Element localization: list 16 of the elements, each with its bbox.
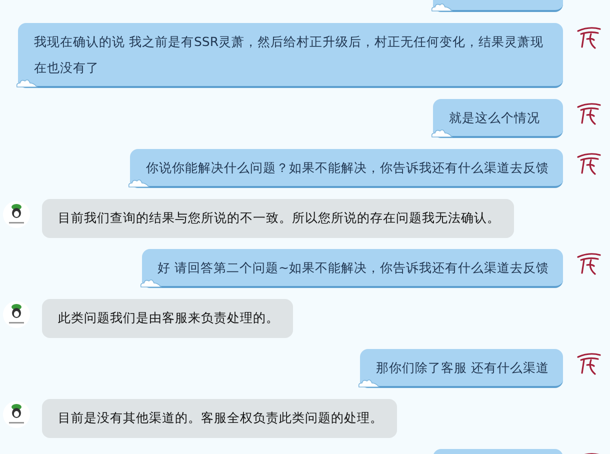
message-text: 目前是没有其他渠道的。客服全权负责此类问题的处理。 [58,409,383,427]
brush-stroke-avatar-icon [575,101,602,128]
message-text: 目前我们查询的结果与您所说的不一致。所以您所说的存在问题我无法确认。 [58,209,500,227]
brush-stroke-avatar-icon [575,351,602,378]
message-text: 此类问题我们是由客服来负责处理的。 [58,309,279,327]
brush-stroke-avatar-icon [575,251,602,278]
message-text: 就是这么个情况 [449,109,541,127]
message-text: 你说你能解决什么问题？如果不能解决，你告诉我还有什么渠道去反馈 [146,159,549,177]
mascot-avatar-icon [3,201,30,228]
brush-stroke-avatar-icon [575,25,602,52]
mascot-avatar-icon [3,401,30,428]
mascot-avatar-icon [3,301,30,328]
message-text: 我现在确认的说 我之前是有SSR灵萧，然后给村正升级后，村正无任何变化，结果灵萧现在也没有了 [34,33,545,77]
brush-stroke-avatar-icon [575,151,602,178]
message-text: 那你们除了客服 还有什么渠道 [376,359,549,377]
message-text: 好 请回答第二个问题~如果不能解决，你告诉我还有什么渠道去反馈 [158,259,549,277]
